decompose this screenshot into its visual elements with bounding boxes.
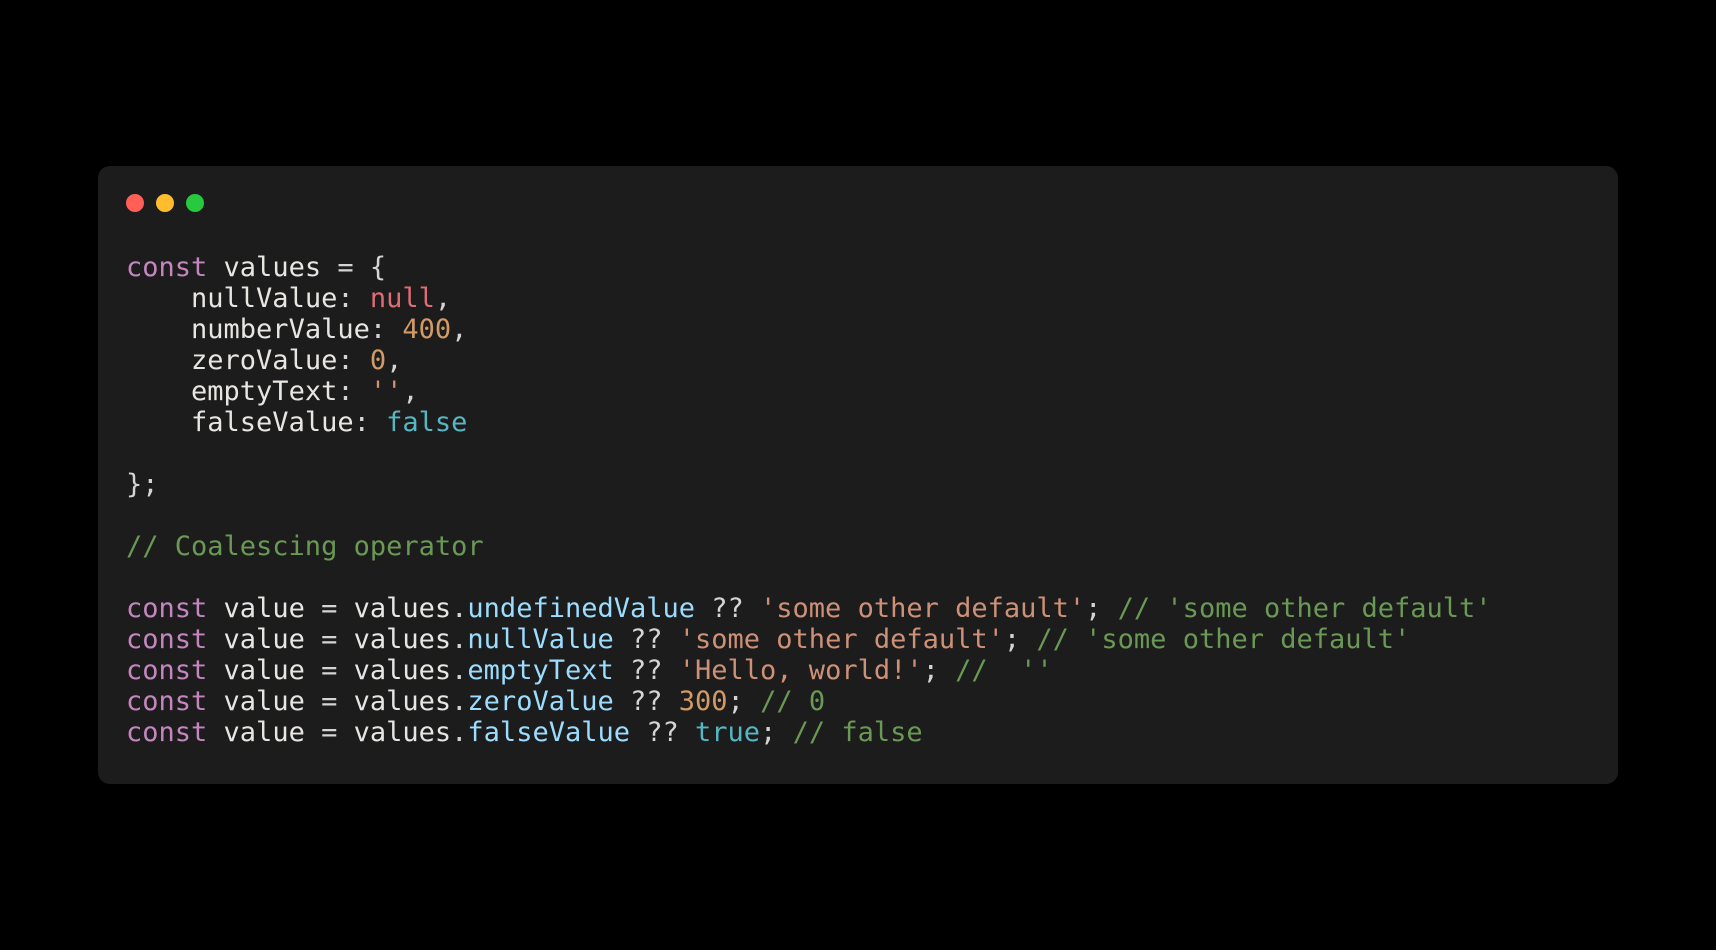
operator-coalesce: ?? <box>630 717 695 748</box>
comment: // false <box>776 717 922 748</box>
number-literal: 300 <box>679 686 728 717</box>
comment: // 'some other default' <box>1020 624 1410 655</box>
code-line: const value = values.undefinedValue ?? '… <box>126 593 1492 624</box>
number-literal: 0 <box>370 345 386 376</box>
operator-coalesce: ?? <box>614 686 679 717</box>
string-literal: '' <box>370 376 403 407</box>
identifier: value <box>224 686 305 717</box>
identifier: values <box>224 252 322 283</box>
identifier: value <box>224 593 305 624</box>
member: undefinedValue <box>467 593 695 624</box>
code-line: falseValue: false <box>126 407 467 438</box>
bool-literal: false <box>386 407 467 438</box>
code-line: const value = values.zeroValue ?? 300; /… <box>126 686 825 717</box>
keyword-const: const <box>126 624 207 655</box>
keyword-const: const <box>126 655 207 686</box>
property: nullValue <box>191 283 337 314</box>
keyword-const: const <box>126 252 207 283</box>
code-line: const value = values.emptyText ?? 'Hello… <box>126 655 1053 686</box>
property: numberValue <box>191 314 370 345</box>
code-line: zeroValue: 0, <box>126 345 402 376</box>
string-literal: 'some other default' <box>679 624 1004 655</box>
keyword-const: const <box>126 717 207 748</box>
window-controls <box>126 194 1590 212</box>
string-literal: 'Hello, world!' <box>679 655 923 686</box>
bool-literal: true <box>695 717 760 748</box>
comment: // 'some other default' <box>1101 593 1491 624</box>
number-literal: 400 <box>402 314 451 345</box>
null-literal: null <box>370 283 435 314</box>
code-line: const value = values.nullValue ?? 'some … <box>126 624 1410 655</box>
code-line: numberValue: 400, <box>126 314 467 345</box>
member: falseValue <box>467 717 630 748</box>
identifier: value <box>224 655 305 686</box>
code-line: const value = values.falseValue ?? true;… <box>126 717 923 748</box>
property: falseValue <box>191 407 354 438</box>
operator-coalesce: ?? <box>614 655 679 686</box>
code-window: const values = { nullValue: null, number… <box>98 166 1618 785</box>
operator-coalesce: ?? <box>614 624 679 655</box>
code-block: const values = { nullValue: null, number… <box>126 252 1590 749</box>
operator-eq: = <box>321 252 370 283</box>
code-line: const values = { <box>126 252 386 283</box>
operator-coalesce: ?? <box>695 593 760 624</box>
identifier: value <box>224 717 305 748</box>
close-icon[interactable] <box>126 194 144 212</box>
member: emptyText <box>467 655 613 686</box>
identifier: value <box>224 624 305 655</box>
zoom-icon[interactable] <box>186 194 204 212</box>
keyword-const: const <box>126 593 207 624</box>
string-literal: 'some other default' <box>760 593 1085 624</box>
property: zeroValue <box>191 345 337 376</box>
code-line: // Coalescing operator <box>126 531 484 562</box>
code-line: emptyText: '', <box>126 376 419 407</box>
code-line: }; <box>126 469 159 500</box>
keyword-const: const <box>126 686 207 717</box>
code-line: nullValue: null, <box>126 283 451 314</box>
minimize-icon[interactable] <box>156 194 174 212</box>
brace-close: }; <box>126 469 159 500</box>
comment: // Coalescing operator <box>126 531 484 562</box>
property: emptyText <box>191 376 337 407</box>
brace-open: { <box>370 252 386 283</box>
comment: // '' <box>939 655 1053 686</box>
comment: // 0 <box>744 686 825 717</box>
member: nullValue <box>467 624 613 655</box>
member: zeroValue <box>467 686 613 717</box>
